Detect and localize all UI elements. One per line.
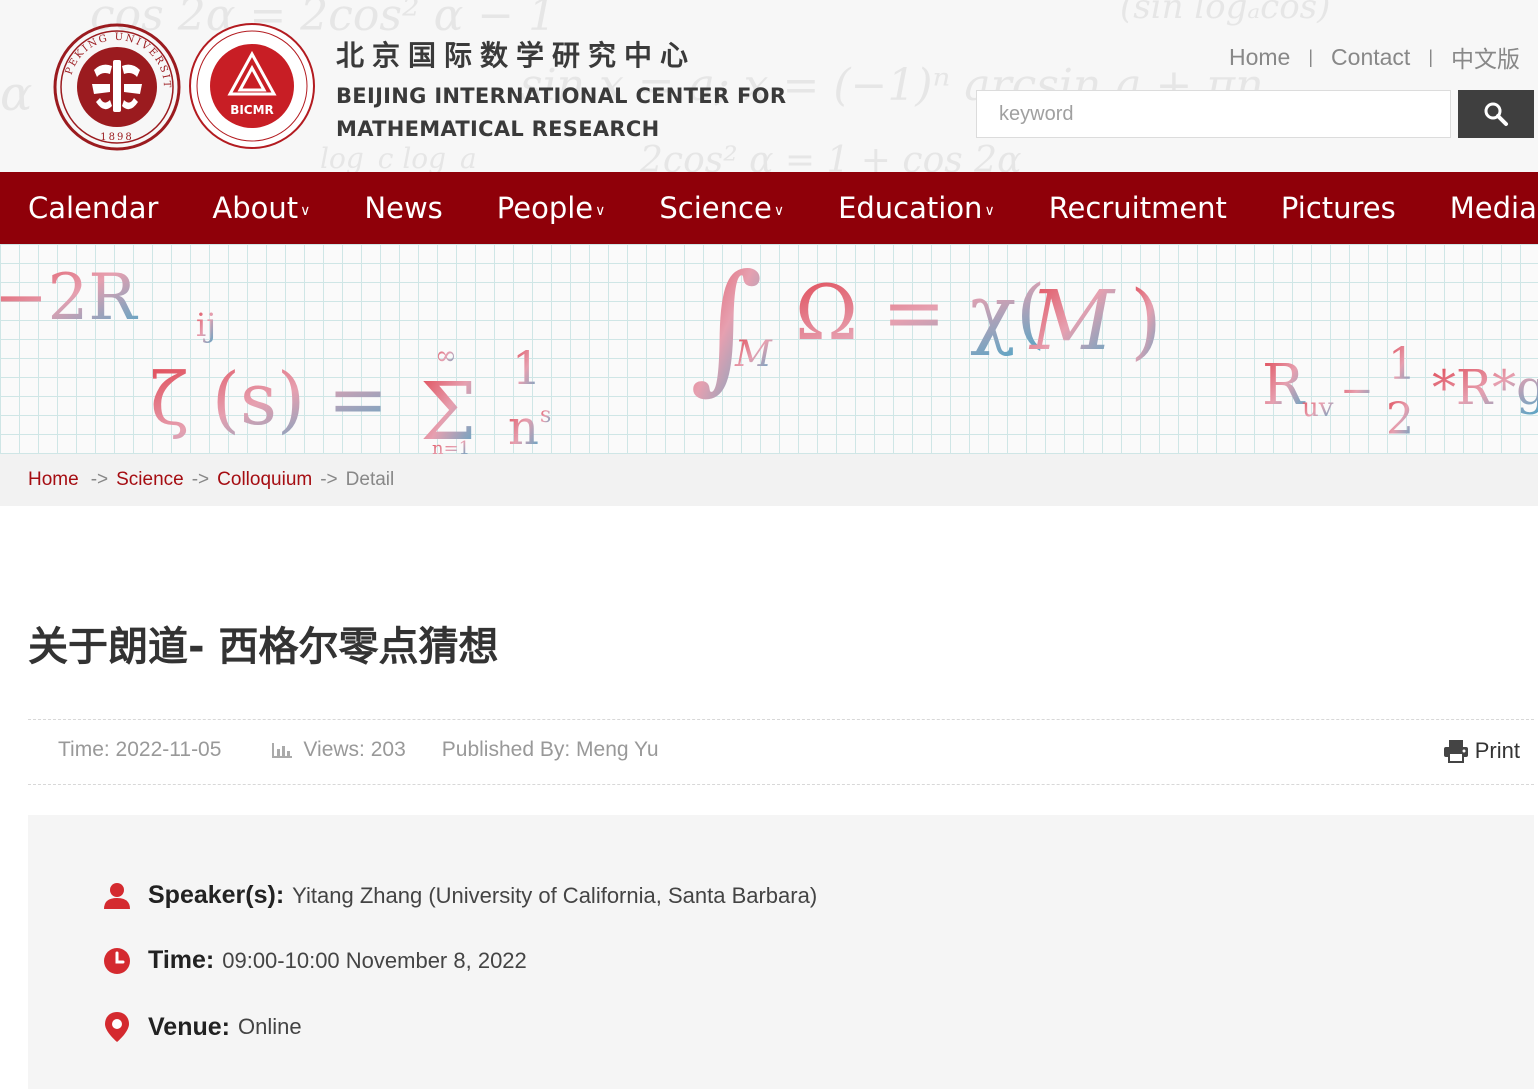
svg-text:R: R	[1262, 353, 1306, 418]
clock-icon	[104, 947, 130, 974]
nav-item-recruitment[interactable]: Recruitment	[1049, 191, 1227, 225]
speaker-label: Speaker(s):	[148, 881, 285, 909]
divider	[28, 719, 1534, 720]
nav-item-about[interactable]: About ∨	[212, 191, 310, 225]
views-count: Views: 203	[303, 738, 406, 761]
svg-text:s: s	[540, 403, 551, 428]
search-icon	[1484, 102, 1508, 126]
top-link-chinese[interactable]: 中文版	[1451, 40, 1520, 74]
venue-value: Online	[237, 1014, 302, 1039]
search-bar	[976, 90, 1534, 138]
printer-icon	[1443, 740, 1468, 763]
venue-row: Venue: Online	[102, 1011, 302, 1043]
breadcrumb-arrow: ->	[90, 469, 109, 490]
print-label: Print	[1474, 738, 1520, 763]
nav-item-media[interactable]: Media	[1450, 191, 1537, 225]
breadcrumb: Home -> Science -> Colloquium -> Detail	[0, 454, 1538, 506]
top-link-home[interactable]: Home	[1229, 44, 1290, 71]
main-nav: Calendar About ∨ News People ∨ Science ∨ Ed…	[0, 172, 1538, 244]
breadcrumb-colloquium[interactable]: Colloquium	[217, 469, 312, 491]
chevron-down-icon: ∨	[773, 203, 785, 219]
svg-text:*R*g: *R*g	[1432, 360, 1538, 416]
time-row: Time: 09:00-10:00 November 8, 2022	[102, 946, 527, 975]
svg-text:∫: ∫	[690, 245, 763, 408]
svg-text:BICMR: BICMR	[230, 103, 274, 117]
svg-text:n: n	[508, 400, 539, 454]
chevron-down-icon: ∨	[300, 203, 311, 219]
event-info-box: Speaker(s): Yitang Zhang (University of …	[28, 815, 1534, 1089]
svg-text:1: 1	[1388, 339, 1416, 390]
org-name-en-line1: BEIJING INTERNATIONAL CENTER FOR	[336, 84, 787, 108]
svg-text:1: 1	[512, 341, 541, 395]
svg-text:n=1: n=1	[432, 438, 470, 454]
svg-text:∞: ∞	[435, 341, 457, 371]
nav-item-news[interactable]: News	[364, 191, 442, 225]
page-title: 关于朗道- 西格尔零点猜想	[28, 624, 499, 670]
svg-text:): )	[1130, 274, 1162, 369]
search-button[interactable]	[1458, 90, 1534, 138]
site-header: cos 2α = 2cos² α − 1 (sin logₐcos) α sin…	[0, 0, 1538, 172]
svg-text:1898: 1898	[100, 132, 133, 143]
top-link-contact[interactable]: Contact	[1331, 44, 1410, 71]
time-label: Time:	[148, 946, 215, 974]
article-meta: Time: 2022-11-05 Views: 203 Published By…	[58, 738, 659, 762]
nav-item-education[interactable]: Education ∨	[838, 191, 995, 225]
article-views: Views: 203	[271, 738, 406, 762]
breadcrumb-science[interactable]: Science	[116, 469, 184, 491]
article-date: Time: 2022-11-05	[58, 738, 222, 761]
time-value: 09:00-10:00 November 8, 2022	[222, 947, 527, 973]
chevron-down-icon: ∨	[984, 203, 995, 219]
speaker-value: Yitang Zhang (University of California, …	[292, 882, 818, 908]
top-link-separator: |	[1428, 46, 1433, 67]
nav-item-pictures[interactable]: Pictures	[1281, 191, 1396, 225]
svg-text:uv: uv	[1302, 393, 1334, 423]
article-publisher: Published By: Meng Yu	[441, 738, 659, 761]
venue-label: Venue:	[148, 1012, 230, 1041]
svg-text:2: 2	[1386, 394, 1414, 445]
nav-item-science[interactable]: Science ∨	[659, 191, 784, 225]
svg-text:α: α	[0, 66, 32, 122]
top-links: Home | Contact | 中文版	[1229, 40, 1520, 74]
top-link-separator: |	[1308, 46, 1314, 67]
svg-text:log_c log_a: log_c log_a	[320, 142, 477, 172]
bar-chart-icon	[272, 743, 293, 758]
svg-text:M: M	[1028, 274, 1116, 369]
svg-text:(sin logₐcos): (sin logₐcos)	[1120, 0, 1330, 27]
nav-item-calendar[interactable]: Calendar	[28, 191, 158, 225]
divider	[28, 784, 1534, 785]
breadcrumb-home[interactable]: Home	[28, 469, 79, 491]
svg-text:M: M	[734, 334, 773, 375]
banner-formulas: −2R ij ζ (s) = Σ ∞ n=1 1 n s ∫ M Ω = χ( …	[0, 245, 1538, 454]
search-input[interactable]	[976, 90, 1451, 138]
org-name-en: BEIJING INTERNATIONAL CENTER FOR MATHEMA…	[336, 80, 786, 146]
svg-text:−2R: −2R	[0, 261, 138, 335]
person-icon	[104, 882, 130, 909]
nav-item-people[interactable]: People ∨	[497, 191, 606, 225]
svg-text:ij: ij	[196, 306, 216, 344]
location-pin-icon	[105, 1012, 129, 1042]
svg-text:Ω = χ(: Ω = χ(	[795, 268, 1046, 357]
svg-text:−: −	[1340, 368, 1374, 414]
bicmr-logo[interactable]: BICMR	[188, 22, 316, 150]
math-banner: −2R ij ζ (s) = Σ ∞ n=1 1 n s ∫ M Ω = χ( …	[0, 244, 1538, 454]
org-name-en-line2: MATHEMATICAL RESEARCH	[336, 117, 660, 141]
org-name-cn: 北京国际数学研究中心	[336, 39, 697, 72]
breadcrumb-current: Detail	[345, 469, 395, 490]
pku-logo[interactable]: PEKING UNIVERSITY 1898	[52, 22, 182, 152]
print-button[interactable]: Print	[1443, 738, 1520, 764]
chevron-down-icon: ∨	[595, 203, 606, 219]
breadcrumb-arrow: ->	[191, 469, 210, 490]
speaker-row: Speaker(s): Yitang Zhang (University of …	[102, 881, 817, 910]
breadcrumb-arrow: ->	[320, 469, 338, 490]
svg-text:ζ (s) =: ζ (s) =	[150, 357, 388, 441]
